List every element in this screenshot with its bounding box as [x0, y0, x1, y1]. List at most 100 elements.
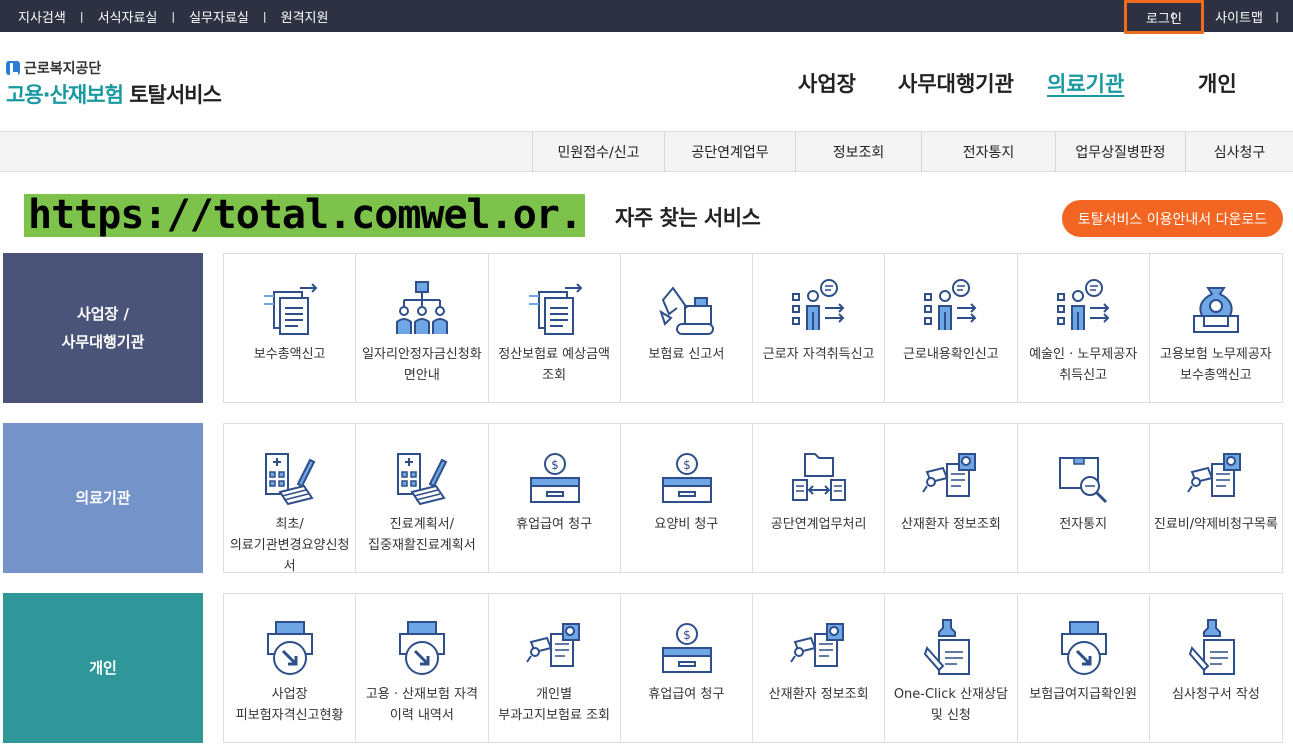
service-tile-label: 보험급여지급확인원: [1029, 687, 1137, 702]
coin-box-icon: $: [661, 623, 712, 673]
service-tile[interactable]: 보험급여지급확인원: [1018, 594, 1150, 742]
service-tile[interactable]: 공단연계업무처리: [753, 424, 886, 572]
service-tile-label: One-Click 산재상담 및 신청: [893, 687, 1008, 723]
service-tile[interactable]: $ 휴업급여 청구: [621, 594, 753, 742]
login-link[interactable]: 로그인: [1146, 8, 1182, 27]
top-utility-bar: 지사검색 | 서식자료실 | 실무자료실 | 원격지원 로그인 | 사이트맵 |: [0, 0, 1293, 34]
forms-library-link[interactable]: 서식자료실: [98, 7, 158, 26]
service-tile[interactable]: 최초/의료기관변경요양신청서: [224, 424, 357, 574]
service-grid-1: 최초/의료기관변경요양신청서 진료계획서/집중재활진료계획서 $ 휴업급여 청구 $ 요양…: [223, 423, 1283, 574]
printer-arrow-icon: [267, 621, 313, 675]
category-panel-0: 사업장 / 사무대행기관: [3, 253, 203, 403]
service-tile[interactable]: $ 요양비 청구: [621, 424, 753, 572]
service-tile-label: 보수총액신고: [253, 347, 326, 362]
service-tile-label: 공단연계업무처리: [770, 517, 867, 532]
service-tile[interactable]: 고용 · 산재보험 자격 이력 내역서: [356, 594, 489, 742]
service-tile[interactable]: 근로내용확인신고: [885, 254, 1018, 402]
branch-search-link[interactable]: 지사검색: [18, 7, 66, 26]
subnav-disease-judgment[interactable]: 업무상질병판정: [1055, 132, 1185, 172]
folder-exchange-icon: [792, 453, 846, 501]
nav-personal[interactable]: 개인: [1198, 68, 1237, 98]
site-title-dark: 토탈서비스: [129, 83, 222, 107]
service-tile[interactable]: 예술인 · 노무제공자 취득신고: [1018, 254, 1150, 402]
service-tile[interactable]: 개인별 부과고지보험료 조회: [489, 594, 621, 742]
service-tile-label: 진료계획서/집중재활진료계획서: [368, 517, 476, 553]
service-tile-label: 휴업급여 청구: [648, 687, 725, 702]
service-tile-label: 심사청구서 작성: [1171, 687, 1260, 702]
subnav-review-request[interactable]: 심사청구: [1185, 132, 1293, 172]
svg-text:$: $: [551, 458, 559, 472]
service-tile[interactable]: $ 휴업급여 청구: [489, 424, 621, 572]
person-checklist-icon: [1056, 279, 1109, 330]
nav-medical[interactable]: 의료기관: [1047, 68, 1124, 98]
service-tile-label: 전자통지: [1059, 517, 1108, 532]
person-checklist-icon: [792, 279, 845, 330]
service-tile[interactable]: 진료계획서/집중재활진료계획서: [356, 424, 489, 572]
service-tile-label: 산재환자 정보조회: [768, 687, 869, 702]
service-tile[interactable]: 사업장 피보험자격신고현황: [224, 594, 357, 742]
money-bag-icon: [1192, 287, 1239, 333]
service-tile[interactable]: 고용보험 노무제공자 보수총액신고: [1150, 254, 1282, 402]
printer-arrow-icon: [399, 621, 446, 675]
service-tile[interactable]: 심사청구서 작성: [1150, 594, 1282, 742]
stamp-document-icon: [1188, 619, 1235, 675]
mail-search-icon: [1058, 457, 1107, 504]
service-tile[interactable]: 정산보험료 예상금액 조회: [489, 254, 621, 402]
service-tile[interactable]: 보험료 신고서: [621, 254, 753, 402]
coin-box-icon: $: [661, 453, 712, 503]
url-banner: https://total.comwel.or.kr: [24, 194, 585, 237]
practice-library-link[interactable]: 실무자료실: [189, 7, 249, 26]
subnav-e-notice[interactable]: 전자통지: [921, 132, 1055, 172]
service-tile-label: 근로자 자격취득신고: [762, 347, 875, 362]
login-highlight: 로그인: [1124, 0, 1204, 34]
subnav-info-inquiry[interactable]: 정보조회: [795, 132, 921, 172]
service-grid-0: 보수총액신고 일자리안정자금신청화면안내 정산보험료 예상금액 조회 보험료 신고서 근…: [223, 253, 1283, 403]
nav-agency[interactable]: 사무대행기관: [898, 68, 1014, 98]
service-tile-label: 예술인 · 노무제공자 취득신고: [1029, 347, 1138, 383]
service-tile-label: 산재환자 정보조회: [900, 517, 1001, 532]
nav-workplace[interactable]: 사업장: [798, 68, 856, 98]
category-panel-2: 개인: [3, 593, 203, 743]
guide-download-button[interactable]: 토탈서비스 이용안내서 다운로드: [1062, 200, 1283, 237]
service-grid-2: 사업장 피보험자격신고현황 고용 · 산재보험 자격 이력 내역서 개인별 부과고지…: [223, 593, 1283, 743]
subnav-civil-complaint[interactable]: 민원접수/신고: [532, 132, 664, 172]
service-tile[interactable]: 산재환자 정보조회: [753, 594, 886, 742]
coin-box-icon: $: [529, 453, 580, 503]
svg-text:$: $: [683, 458, 691, 472]
person-checklist-icon: [924, 279, 977, 330]
hospital-form-icon: [265, 453, 316, 506]
remote-support-link[interactable]: 원격지원: [281, 7, 329, 26]
document-search-icon: [1186, 453, 1241, 497]
document-search-icon: [790, 623, 844, 667]
document-arrows-icon: [264, 283, 318, 335]
hospital-form-icon: [397, 453, 448, 506]
sitemap-link[interactable]: 사이트맵: [1215, 7, 1263, 26]
org-logo[interactable]: 근로복지공단: [6, 58, 101, 78]
document-search-icon: [922, 453, 977, 497]
people-network-icon: [396, 281, 449, 334]
service-tile[interactable]: 진료비/약제비청구목록: [1150, 424, 1282, 572]
subnav-linked-work[interactable]: 공단연계업무: [664, 132, 795, 172]
document-search-icon: [525, 623, 580, 667]
sub-nav: 민원접수/신고 공단연계업무 정보조회 전자통지 업무상질병판정 심사청구: [0, 132, 1293, 172]
service-tile[interactable]: 근로자 자격취득신고: [753, 254, 886, 402]
frequent-services-title: 자주 찾는 서비스: [615, 206, 761, 230]
service-tile[interactable]: 일자리안정자금신청화면안내: [356, 254, 489, 402]
org-name: 근로복지공단: [24, 61, 102, 77]
service-tile[interactable]: 보수총액신고: [224, 254, 357, 402]
service-tile-label: 개인별 부과고지보험료 조회: [498, 687, 611, 723]
service-tile-label: 정산보험료 예상금액 조회: [498, 347, 611, 383]
site-title[interactable]: 고용·산재보험 토탈서비스: [6, 79, 222, 109]
service-tile[interactable]: 산재환자 정보조회: [885, 424, 1018, 572]
service-tile[interactable]: 전자통지: [1018, 424, 1150, 572]
service-tile-label: 사업장 피보험자격신고현황: [235, 687, 344, 723]
utility-links: 지사검색 | 서식자료실 | 실무자료실 | 원격지원: [18, 0, 328, 32]
svg-text:$: $: [683, 628, 691, 642]
service-tile-label: 최초/의료기관변경요양신청서: [229, 517, 350, 574]
service-tile-label: 진료비/약제비청구목록: [1153, 517, 1278, 532]
service-tile-label: 보험료 신고서: [648, 347, 725, 362]
service-tile-label: 일자리안정자금신청화면안내: [362, 347, 482, 383]
excavator-icon: [658, 286, 714, 335]
printer-arrow-icon: [1060, 621, 1107, 675]
service-tile[interactable]: One-Click 산재상담 및 신청: [885, 594, 1018, 742]
